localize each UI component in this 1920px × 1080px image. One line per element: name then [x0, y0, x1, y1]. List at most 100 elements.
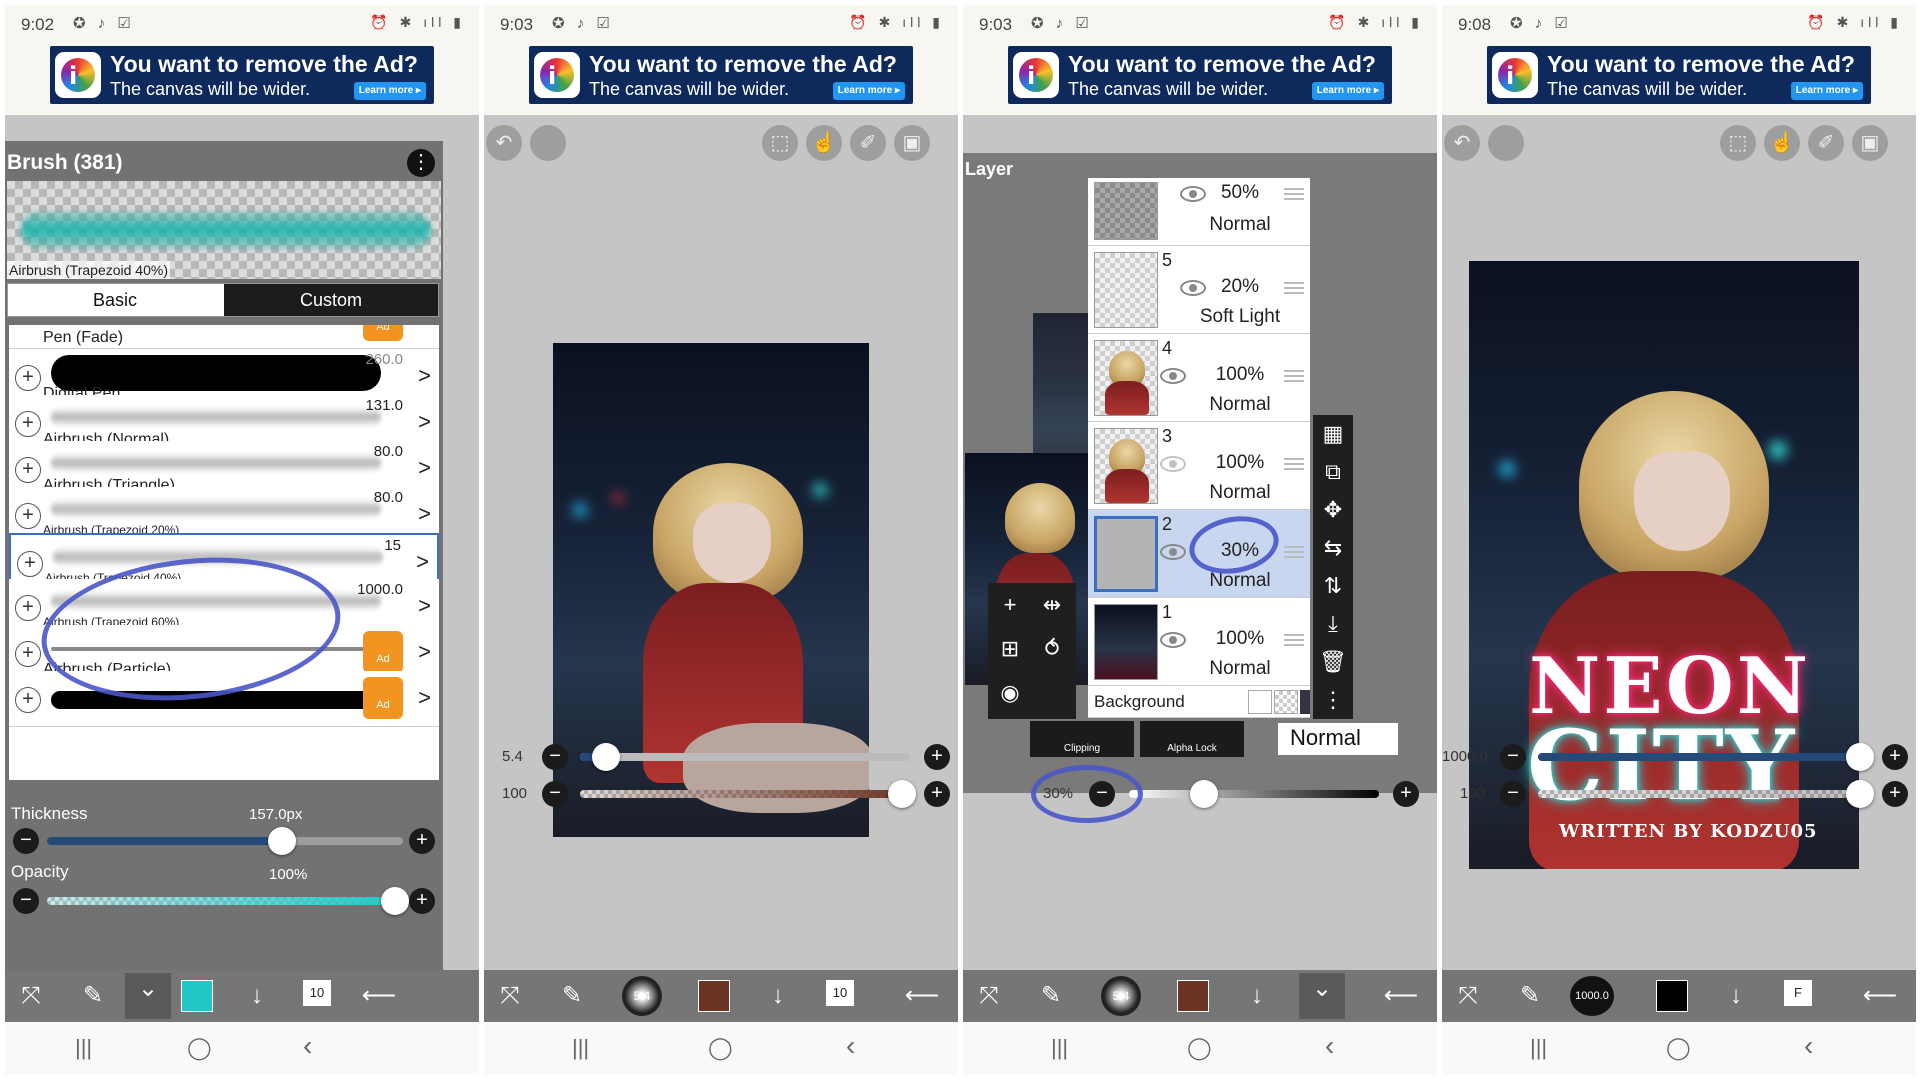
brush-size-badge[interactable]: 5.4 — [622, 976, 662, 1016]
recent-apps-icon[interactable]: ||| — [1530, 1035, 1547, 1061]
back-icon[interactable]: ‹ — [846, 1030, 855, 1062]
camera-icon[interactable]: ◉ — [990, 673, 1030, 713]
hand-icon[interactable]: ☝ — [1764, 125, 1800, 161]
drag-handle-icon[interactable] — [1284, 370, 1304, 382]
chevron-right-icon[interactable]: > — [418, 593, 431, 619]
learn-more-button[interactable]: Learn more ▸ — [1311, 82, 1384, 100]
arrow-down-icon[interactable]: ↓ — [239, 980, 275, 1012]
tab-basic[interactable]: Basic — [8, 284, 222, 316]
opacity-track[interactable] — [1538, 780, 1874, 808]
ruler-icon[interactable]: ✐ — [850, 125, 886, 161]
thickness-slider[interactable]: − + — [5, 826, 443, 855]
eye-icon[interactable] — [1160, 544, 1186, 560]
opacity-slider[interactable]: 100 − + — [1442, 779, 1916, 808]
home-icon[interactable]: ◯ — [708, 1035, 733, 1061]
chevron-right-icon[interactable]: > — [418, 639, 431, 665]
brush-tool-icon[interactable]: ✎ — [1512, 980, 1548, 1012]
chevron-right-icon[interactable]: > — [416, 549, 429, 575]
ad-banner[interactable]: i You want to remove the Ad? The canvas … — [1487, 46, 1871, 104]
collapse-icon[interactable]: ⌄ — [125, 973, 171, 1019]
layer-merge-icon[interactable]: ⧉ — [1313, 453, 1353, 491]
add-brush-icon[interactable]: + — [15, 687, 41, 713]
add-brush-icon[interactable]: + — [15, 365, 41, 391]
add-brush-icon[interactable]: + — [15, 503, 41, 529]
minus-icon[interactable]: − — [542, 781, 568, 807]
arrow-down-icon[interactable]: ↓ — [1718, 980, 1754, 1012]
chevron-right-icon[interactable]: > — [418, 685, 431, 711]
color-swatch[interactable] — [1177, 980, 1209, 1012]
redo-icon[interactable] — [1488, 125, 1524, 161]
ruler-icon[interactable]: ✐ — [1808, 125, 1844, 161]
ad-lock-icon[interactable]: Ad — [363, 677, 403, 719]
checkerboard-icon[interactable]: ▦ — [1313, 415, 1353, 453]
hand-icon[interactable]: ☝ — [806, 125, 842, 161]
recent-apps-icon[interactable]: ||| — [1051, 1035, 1068, 1061]
background-row[interactable]: Background — [1088, 686, 1310, 718]
ad-lock-icon[interactable]: Ad — [363, 631, 403, 673]
layers-icon[interactable]: F — [1784, 980, 1812, 1006]
back-icon[interactable]: ‹ — [303, 1030, 312, 1062]
opacity-track[interactable] — [47, 887, 409, 915]
tab-custom[interactable]: Custom — [224, 284, 438, 316]
layer-row[interactable]: 3 100% Normal — [1088, 422, 1310, 510]
home-icon[interactable]: ◯ — [1187, 1035, 1212, 1061]
selection-icon[interactable]: ⬚ — [762, 125, 798, 161]
opacity-slider[interactable]: 100 − + — [484, 779, 958, 808]
back-arrow-icon[interactable]: ⟵ — [361, 980, 397, 1012]
add-brush-icon[interactable]: + — [15, 595, 41, 621]
bg-dark-option[interactable] — [1300, 690, 1310, 714]
undo-icon[interactable]: ↶ — [1444, 125, 1480, 161]
add-special-layer-icon[interactable]: ⊞ — [990, 629, 1030, 669]
size-track[interactable] — [1538, 743, 1874, 771]
eye-icon[interactable] — [1160, 456, 1186, 472]
redo-icon[interactable] — [530, 125, 566, 161]
plus-icon[interactable]: + — [924, 781, 950, 807]
opacity-slider[interactable]: − + — [5, 886, 443, 915]
learn-more-button[interactable]: Learn more ▸ — [832, 82, 905, 100]
back-arrow-icon[interactable]: ⟵ — [1383, 980, 1419, 1012]
ad-banner[interactable]: i You want to remove the Ad? The canvas … — [1008, 46, 1392, 104]
selection-icon[interactable]: ⬚ — [1720, 125, 1756, 161]
back-icon[interactable]: ‹ — [1325, 1030, 1334, 1062]
gallery-icon[interactable]: ▣ — [894, 125, 930, 161]
brush-row[interactable]: Pen (Fade) Ad — [9, 325, 439, 349]
more-menu-icon[interactable]: ⋮ — [1313, 681, 1353, 719]
chevron-right-icon[interactable]: > — [418, 363, 431, 389]
home-icon[interactable]: ◯ — [187, 1035, 212, 1061]
brush-list[interactable]: Pen (Fade) Ad + 260.0 Digital Pen > + 13… — [9, 325, 439, 780]
alpha-lock-button[interactable]: Alpha Lock — [1140, 721, 1244, 757]
undo-icon[interactable]: ↶ — [486, 125, 522, 161]
brush-tool-icon[interactable]: ✎ — [75, 980, 111, 1012]
recent-apps-icon[interactable]: ||| — [572, 1035, 589, 1061]
minus-icon[interactable]: − — [13, 828, 39, 854]
plus-icon[interactable]: + — [1882, 744, 1908, 770]
brush-size-badge[interactable]: 1000.0 — [1570, 976, 1614, 1016]
add-brush-icon[interactable]: + — [15, 641, 41, 667]
eye-icon[interactable] — [1160, 368, 1186, 384]
brush-tool-icon[interactable]: ✎ — [1033, 980, 1069, 1012]
rotate-icon[interactable]: ⥀ — [1032, 629, 1072, 669]
flip-icon[interactable]: ⇹ — [1032, 585, 1072, 625]
minus-icon[interactable]: − — [13, 888, 39, 914]
drag-handle-icon[interactable] — [1284, 188, 1304, 200]
layers-count-icon[interactable]: 10 — [826, 980, 854, 1006]
layer-opacity-track[interactable] — [1129, 780, 1379, 808]
flip-vertical-icon[interactable]: ⇅ — [1313, 567, 1353, 605]
drag-handle-icon[interactable] — [1284, 282, 1304, 294]
add-brush-icon[interactable]: + — [15, 457, 41, 483]
home-icon[interactable]: ◯ — [1666, 1035, 1691, 1061]
merge-down-icon[interactable]: ⤓ — [1313, 605, 1353, 643]
ad-banner[interactable]: i You want to remove the Ad? The canvas … — [529, 46, 913, 104]
add-brush-icon[interactable]: + — [17, 551, 43, 577]
blend-mode-select[interactable]: Normal — [1278, 723, 1398, 755]
transform-tool-icon[interactable]: ⤧ — [971, 980, 1007, 1012]
arrow-down-icon[interactable]: ↓ — [760, 980, 796, 1012]
opacity-track[interactable] — [580, 780, 916, 808]
clipping-button[interactable]: Clipping — [1030, 721, 1134, 757]
bg-transparent-option[interactable] — [1274, 690, 1298, 714]
chevron-right-icon[interactable]: > — [418, 501, 431, 527]
drag-handle-icon[interactable] — [1284, 634, 1304, 646]
color-swatch[interactable] — [1656, 980, 1688, 1012]
layer-list[interactable]: 50% Normal 5 20% Soft Light 4 100% Norma… — [1088, 178, 1310, 718]
back-arrow-icon[interactable]: ⟵ — [904, 980, 940, 1012]
